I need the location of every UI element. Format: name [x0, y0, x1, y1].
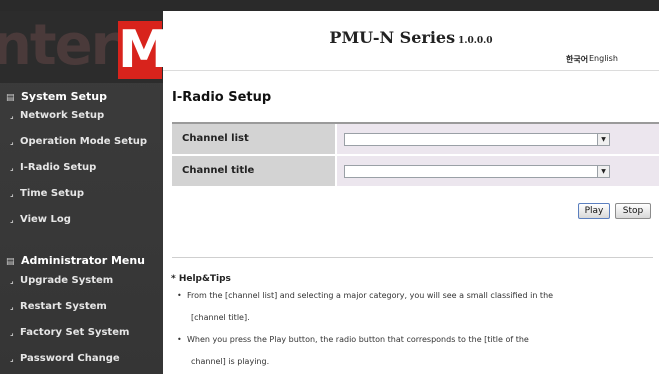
table-row: Channel list ▼ [172, 124, 659, 156]
logo-accent: M [118, 20, 163, 80]
bullet-icon: ⌟ [10, 137, 14, 146]
chevron-down-icon[interactable]: ▼ [597, 134, 609, 145]
stop-button[interactable]: Stop [615, 203, 651, 219]
bullet-icon: ⌟ [10, 189, 14, 198]
channel-list-cell: ▼ [337, 124, 659, 154]
sidebar-item-label: Operation Mode Setup [20, 136, 148, 147]
sidebar-item-label: Password Change [20, 353, 120, 364]
bullet-icon: ⌟ [10, 163, 14, 172]
help-title: * Help&Tips [171, 274, 231, 284]
table-row: Channel title ▼ [172, 156, 659, 188]
settings-table: Channel list ▼ Channel title ▼ [172, 122, 659, 188]
section-system-setup: ▤ System Setup [6, 90, 107, 103]
sidebar-item-time-setup[interactable]: ⌟ Time Setup [10, 188, 84, 199]
tip-text: From the [channel list] and selecting a … [187, 291, 554, 300]
sidebar-item-label: Upgrade System [20, 275, 114, 286]
sidebar-item-label: View Log [20, 214, 71, 225]
bullet-icon: ⌟ [10, 302, 14, 311]
sidebar-item-label: Restart System [20, 301, 107, 312]
bullet-icon: ⌟ [10, 276, 14, 285]
help-tip: • When you press the Play button, the rad… [177, 329, 657, 373]
section-title: System Setup [21, 90, 107, 103]
tip-text: When you press the Play button, the radi… [187, 335, 529, 344]
page-title: I-Radio Setup [172, 90, 272, 105]
play-button[interactable]: Play [578, 203, 610, 219]
sidebar-item-network-setup[interactable]: ⌟ Network Setup [10, 110, 104, 121]
sidebar-item-label: Network Setup [20, 110, 105, 121]
bullet-icon: ⌟ [10, 111, 14, 120]
sidebar-item-operation-mode-setup[interactable]: ⌟ Operation Mode Setup [10, 136, 147, 147]
tip-text: [channel title]. [191, 313, 250, 322]
bullet-icon: • [177, 291, 182, 300]
logo-prefix: nter [0, 13, 118, 78]
logo: nter M [0, 11, 163, 83]
section-title: Administrator Menu [21, 254, 146, 267]
channel-title-cell: ▼ [337, 156, 659, 186]
sidebar-item-label: I-Radio Setup [20, 162, 97, 173]
sidebar: nter M ▤ System Setup ⌟ Network Setup ⌟ Ope… [0, 11, 163, 374]
chevron-down-icon[interactable]: ▼ [597, 166, 609, 177]
sidebar-item-label: Factory Set System [20, 327, 130, 338]
sidebar-item-password-change[interactable]: ⌟ Password Change [10, 353, 120, 364]
bullet-icon: ⌟ [10, 215, 14, 224]
content-area: I-Radio Setup Channel list ▼ Channel tit… [163, 11, 659, 374]
tip-text: channel] is playing. [191, 357, 270, 366]
section-administrator-menu: ▤ Administrator Menu [6, 254, 145, 267]
sidebar-item-i-radio-setup[interactable]: ⌟ I-Radio Setup [10, 162, 96, 173]
channel-list-select[interactable]: ▼ [344, 133, 610, 146]
section-icon: ▤ [6, 257, 15, 267]
sidebar-item-label: Time Setup [20, 188, 84, 199]
help-tip: • From the [channel list] and selecting a… [177, 285, 657, 329]
channel-title-select[interactable]: ▼ [344, 165, 610, 178]
sidebar-item-upgrade-system[interactable]: ⌟ Upgrade System [10, 275, 113, 286]
divider [172, 257, 653, 258]
top-bar [0, 0, 659, 11]
channel-title-label: Channel title [172, 156, 335, 186]
bullet-icon: ⌟ [10, 328, 14, 337]
sidebar-item-factory-set-system[interactable]: ⌟ Factory Set System [10, 327, 129, 338]
sidebar-item-restart-system[interactable]: ⌟ Restart System [10, 301, 107, 312]
section-icon: ▤ [6, 93, 15, 103]
channel-list-label: Channel list [172, 124, 335, 154]
bullet-icon: ⌟ [10, 354, 14, 363]
sidebar-item-view-log[interactable]: ⌟ View Log [10, 214, 71, 225]
bullet-icon: • [177, 335, 182, 344]
